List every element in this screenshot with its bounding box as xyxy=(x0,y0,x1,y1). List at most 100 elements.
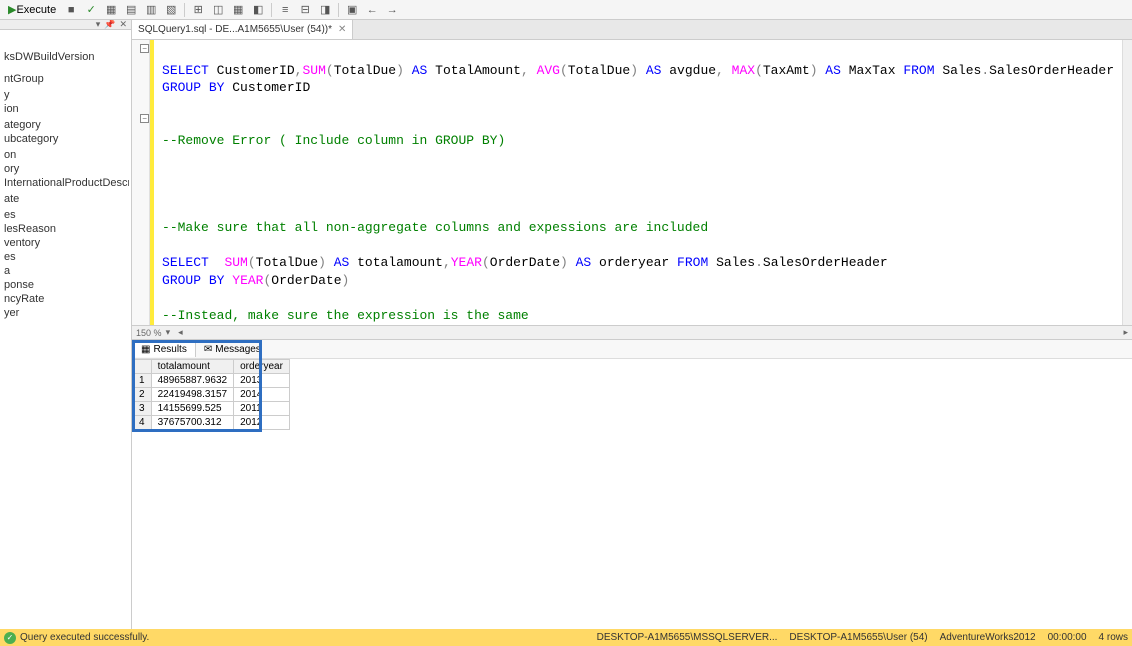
vertical-scrollbar[interactable] xyxy=(1122,40,1132,325)
toolbar-icon-5[interactable]: ⊞ xyxy=(189,2,207,18)
tree-item[interactable]: es xyxy=(2,208,129,222)
kw-groupby: GROUP BY xyxy=(162,80,224,95)
message-icon: ✉ xyxy=(204,344,212,355)
status-rows: 4 rows xyxy=(1099,632,1128,643)
success-icon: ✓ xyxy=(4,632,16,644)
table-cell[interactable]: 4 xyxy=(133,416,152,430)
tree-item[interactable]: ate xyxy=(2,192,129,206)
results-panel: ▦ Results ✉ Messages totalamountorderyea… xyxy=(132,339,1132,629)
tree-item[interactable]: yer xyxy=(2,306,129,320)
check-icon[interactable]: ✓ xyxy=(82,2,100,18)
fold-icon[interactable]: − xyxy=(140,44,149,53)
alias: orderyear xyxy=(591,255,677,270)
alias: TotalAmount xyxy=(427,63,521,78)
tree-item[interactable]: ory xyxy=(2,162,129,176)
toolbar-icon-6[interactable]: ◫ xyxy=(209,2,227,18)
toolbar-icon-2[interactable]: ▤ xyxy=(122,2,140,18)
toolbar-icon-1[interactable]: ▦ xyxy=(102,2,120,18)
func-year: YEAR xyxy=(232,273,263,288)
toolbar-icon-7[interactable]: ▦ xyxy=(229,2,247,18)
toolbar-icon-4[interactable]: ▧ xyxy=(162,2,180,18)
status-message: Query executed successfully. xyxy=(20,632,149,643)
zoom-dropdown-icon[interactable]: ▾ xyxy=(166,327,171,338)
toolbar-icon-14[interactable]: → xyxy=(383,2,401,18)
scroll-left-icon[interactable]: ◂ xyxy=(178,327,183,338)
execute-button[interactable]: ▶ Execute xyxy=(4,2,60,17)
toolbar-icon-13[interactable]: ← xyxy=(363,2,381,18)
table-cell[interactable]: 2012 xyxy=(234,416,290,430)
tree-item[interactable]: ubcategory xyxy=(2,132,129,146)
table-cell[interactable]: 2013 xyxy=(234,374,290,388)
paren: ( xyxy=(560,63,568,78)
code-editor[interactable]: − − SELECT CustomerID,SUM(TotalDue) AS T… xyxy=(132,40,1132,325)
table-cell[interactable]: 3 xyxy=(133,402,152,416)
code-content[interactable]: SELECT CustomerID,SUM(TotalDue) AS Total… xyxy=(154,40,1122,325)
comma: , xyxy=(521,63,537,78)
col: TotalDue xyxy=(568,63,630,78)
tree-item[interactable]: ntGroup xyxy=(2,72,129,86)
toolbar-icon-8[interactable]: ◧ xyxy=(249,2,267,18)
table-row[interactable]: 314155699.5252011 xyxy=(133,402,290,416)
table-cell[interactable]: 22419498.3157 xyxy=(151,388,234,402)
table-row[interactable]: 148965887.96322013 xyxy=(133,374,290,388)
tree-item[interactable]: ncyRate xyxy=(2,292,129,306)
column-header[interactable]: orderyear xyxy=(234,360,290,374)
tree-item[interactable]: y xyxy=(2,88,129,102)
tree-item[interactable]: ventory xyxy=(2,236,129,250)
fold-icon[interactable]: − xyxy=(140,114,149,123)
table-cell[interactable]: 37675700.312 xyxy=(151,416,234,430)
tree-item[interactable]: ksDWBuildVersion xyxy=(2,50,129,64)
pin-icon[interactable]: ▾ xyxy=(96,20,101,30)
table-cell[interactable]: 48965887.9632 xyxy=(151,374,234,388)
close-icon[interactable]: ✕ xyxy=(119,20,127,30)
table-cell[interactable]: 14155699.525 xyxy=(151,402,234,416)
tree-item[interactable]: lesReason xyxy=(2,222,129,236)
toolbar-icon-11[interactable]: ◨ xyxy=(316,2,334,18)
toolbar-icon-10[interactable]: ⊟ xyxy=(296,2,314,18)
zoom-bar: 150 % ▾ ◂ ▸ xyxy=(132,325,1132,339)
paren: ( xyxy=(755,63,763,78)
toolbar-icon-3[interactable]: ▥ xyxy=(142,2,160,18)
tree-item[interactable]: InternationalProductDescription xyxy=(2,176,129,190)
table-row[interactable]: 222419498.31572014 xyxy=(133,388,290,402)
table-row[interactable]: 437675700.3122012 xyxy=(133,416,290,430)
pin-icon-2[interactable]: 📌 xyxy=(104,20,115,30)
comment: --Make sure that all non-aggregate colum… xyxy=(162,220,708,235)
col: CustomerID xyxy=(209,63,295,78)
table-cell[interactable]: 1 xyxy=(133,374,152,388)
sql-tab[interactable]: SQLQuery1.sql - DE...A1M5655\User (54))*… xyxy=(132,20,353,39)
tab-bar: SQLQuery1.sql - DE...A1M5655\User (54))*… xyxy=(132,20,1132,40)
table-cell[interactable]: 2014 xyxy=(234,388,290,402)
status-time: 00:00:00 xyxy=(1048,632,1087,643)
toolbar-icon-12[interactable]: ▣ xyxy=(343,2,361,18)
zoom-level[interactable]: 150 % xyxy=(136,328,162,338)
paren: ) xyxy=(318,255,326,270)
tree-item[interactable]: es xyxy=(2,250,129,264)
comment: --Instead, make sure the expression is t… xyxy=(162,308,529,323)
toolbar-icon-9[interactable]: ≡ xyxy=(276,2,294,18)
tree-item[interactable]: ponse xyxy=(2,278,129,292)
paren: ( xyxy=(326,63,334,78)
stop-icon[interactable]: ■ xyxy=(62,2,80,18)
kw-as: AS xyxy=(326,255,349,270)
table-cell[interactable]: 2 xyxy=(133,388,152,402)
results-grid[interactable]: totalamountorderyear148965887.9632201322… xyxy=(132,359,1132,430)
tab-messages[interactable]: ✉ Messages xyxy=(196,342,269,357)
table-cell[interactable]: 2011 xyxy=(234,402,290,416)
tree-item[interactable]: on xyxy=(2,148,129,162)
scroll-right-icon[interactable]: ▸ xyxy=(1123,327,1128,338)
tree-item[interactable]: a xyxy=(2,264,129,278)
tree-item[interactable]: ion xyxy=(2,102,129,116)
dot: . xyxy=(755,255,763,270)
column-header[interactable]: totalamount xyxy=(151,360,234,374)
kw-as: AS xyxy=(404,63,427,78)
tab-results[interactable]: ▦ Results xyxy=(132,341,196,357)
tab-close-icon[interactable]: ✕ xyxy=(338,24,346,35)
func-sum: SUM xyxy=(302,63,325,78)
results-table[interactable]: totalamountorderyear148965887.9632201322… xyxy=(132,359,290,430)
comment: --Remove Error ( Include column in GROUP… xyxy=(162,133,505,148)
func-max: MAX xyxy=(732,63,755,78)
tree-view[interactable]: ksDWBuildVersion ntGroup yion ategoryubcate… xyxy=(0,30,131,322)
tree-item[interactable]: ategory xyxy=(2,118,129,132)
column-header[interactable] xyxy=(133,360,152,374)
